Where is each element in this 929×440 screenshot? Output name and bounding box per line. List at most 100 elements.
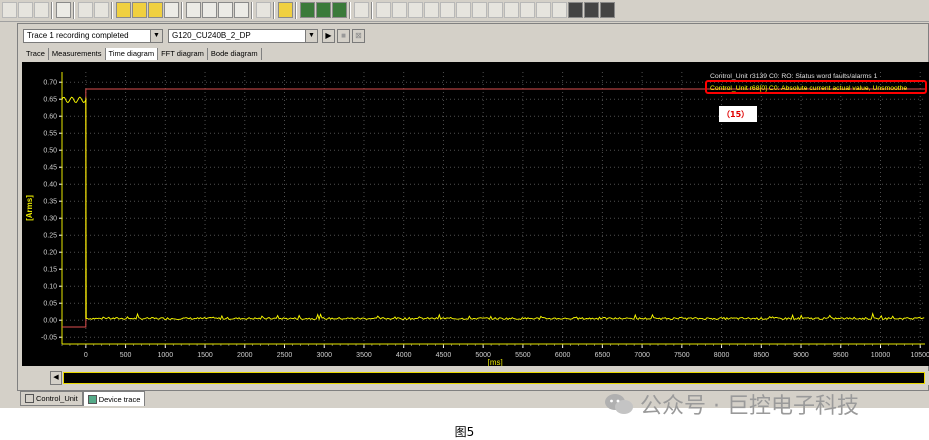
save-trace-button[interactable]: ⊠ bbox=[352, 29, 365, 43]
x-tick-label: 0 bbox=[84, 352, 88, 359]
y-tick-label: 0.15 bbox=[43, 267, 57, 274]
tab-device-trace[interactable]: Device trace bbox=[82, 391, 146, 406]
chart-c-icon[interactable] bbox=[332, 2, 347, 18]
x-tick-label: 5500 bbox=[515, 352, 531, 359]
circle2-icon[interactable] bbox=[600, 2, 615, 18]
square-icon[interactable] bbox=[568, 2, 583, 18]
scroll-track[interactable] bbox=[63, 372, 925, 384]
x-tick-label: 8500 bbox=[754, 352, 770, 359]
y-tick-label: 0.20 bbox=[43, 250, 57, 257]
axis-icon[interactable] bbox=[472, 2, 487, 18]
watermark: 公众号 · 巨控电子科技 bbox=[604, 388, 859, 420]
tab-time-diagram[interactable]: Time diagram bbox=[105, 48, 159, 60]
mark-icon[interactable] bbox=[440, 2, 455, 18]
y-tick-label: 0.45 bbox=[43, 165, 57, 172]
chevron-down-icon[interactable]: ▼ bbox=[305, 30, 317, 42]
upload-icon[interactable] bbox=[148, 2, 163, 18]
y-tick-label: 0.40 bbox=[43, 182, 57, 189]
scroll-left-icon[interactable]: ◀ bbox=[50, 371, 62, 385]
percent-icon[interactable] bbox=[164, 2, 179, 18]
zoom-icon[interactable] bbox=[376, 2, 391, 18]
toolbar-separator bbox=[251, 2, 253, 19]
y-tick-label: 0.10 bbox=[43, 284, 57, 291]
cursor-icon[interactable] bbox=[392, 2, 407, 18]
y-tick-label: 0.60 bbox=[43, 114, 57, 121]
x-tick-label: 4500 bbox=[436, 352, 452, 359]
time-scrollbar[interactable]: ◀ bbox=[50, 371, 929, 385]
tab-bode-diagram[interactable]: Bode diagram bbox=[208, 48, 262, 60]
x-tick-label: 7500 bbox=[674, 352, 690, 359]
time-diagram-chart[interactable]: 0.70 0.65 0.60 0.55 0.50 0.45 0.40 0.35 0.30 0.25… bbox=[22, 62, 929, 367]
save-icon[interactable] bbox=[218, 2, 233, 18]
compare-icon[interactable] bbox=[186, 2, 201, 18]
y-tick-label: 0.30 bbox=[43, 216, 57, 223]
toolbar-separator bbox=[73, 2, 75, 19]
toolbar-separator bbox=[111, 2, 113, 19]
x-tick-label: 6500 bbox=[595, 352, 611, 359]
tab-control-unit[interactable]: Control_Unit bbox=[20, 391, 83, 406]
chart-b-icon[interactable] bbox=[316, 2, 331, 18]
paste-icon[interactable] bbox=[34, 2, 49, 18]
grid-icon[interactable] bbox=[354, 2, 369, 18]
chart-a-icon[interactable] bbox=[300, 2, 315, 18]
toolbar-separator bbox=[349, 2, 351, 19]
tab-measurements[interactable]: Measurements bbox=[49, 48, 106, 60]
download-icon[interactable] bbox=[132, 2, 147, 18]
device-select-combo[interactable]: G120_CU240B_2_DP ▼ bbox=[168, 29, 318, 43]
step-icon[interactable] bbox=[456, 2, 471, 18]
x-tick-label: 2000 bbox=[237, 352, 253, 359]
y-axis-label: [Arms] bbox=[25, 195, 34, 221]
y-tick-label: -0.05 bbox=[41, 335, 57, 342]
figure-caption: 图5 bbox=[454, 425, 475, 439]
chevron-down-icon[interactable]: ▼ bbox=[150, 30, 162, 42]
x-tick-label: 2500 bbox=[277, 352, 293, 359]
trace-status-combo[interactable]: Trace 1 recording completed ▼ bbox=[23, 29, 163, 43]
tab-trace[interactable]: Trace bbox=[23, 48, 49, 60]
y-tick-label: 0.65 bbox=[43, 97, 57, 104]
cut-icon[interactable] bbox=[18, 2, 33, 18]
y-tick-label: 0.70 bbox=[43, 80, 57, 87]
tab-fft-diagram[interactable]: FFT diagram bbox=[158, 48, 208, 60]
watermark-text: 公众号 · 巨控电子科技 bbox=[640, 394, 859, 419]
x-tick-label: 3500 bbox=[356, 352, 372, 359]
trace-tabs: Trace Measurements Time diagram FFT diag… bbox=[23, 48, 262, 60]
main-toolbar bbox=[0, 0, 929, 22]
x2-icon[interactable] bbox=[94, 2, 109, 18]
y-tick-label: 0.25 bbox=[43, 233, 57, 240]
measure-icon[interactable] bbox=[408, 2, 423, 18]
x-tick-label: 3000 bbox=[316, 352, 332, 359]
x-icon[interactable] bbox=[78, 2, 93, 18]
trace-status-value: Trace 1 recording completed bbox=[27, 31, 129, 40]
device-trace-icon bbox=[87, 394, 97, 404]
start-trace-button[interactable]: ▶ bbox=[322, 29, 335, 43]
stop-trace-button[interactable]: ■ bbox=[337, 29, 350, 43]
bars-icon[interactable] bbox=[520, 2, 535, 18]
y-tick-label: 0.35 bbox=[43, 199, 57, 206]
circle-icon[interactable] bbox=[584, 2, 599, 18]
wave2-icon[interactable] bbox=[552, 2, 567, 18]
scale-icon[interactable] bbox=[424, 2, 439, 18]
tab-control-unit-label: Control_Unit bbox=[36, 394, 78, 403]
help-icon[interactable] bbox=[56, 2, 71, 18]
trace-icon[interactable] bbox=[116, 2, 131, 18]
x-tick-label: 1500 bbox=[197, 352, 213, 359]
x-tick-label: 10500 bbox=[910, 352, 929, 359]
copy-icon[interactable] bbox=[2, 2, 17, 18]
toolbar-separator bbox=[273, 2, 275, 19]
x-axis-label: [ms] bbox=[488, 358, 503, 366]
list-icon[interactable] bbox=[278, 2, 293, 18]
load-icon[interactable] bbox=[202, 2, 217, 18]
chart-d-icon[interactable] bbox=[504, 2, 519, 18]
drop-icon[interactable] bbox=[488, 2, 503, 18]
toolbar-separator bbox=[51, 2, 53, 19]
wave-icon[interactable] bbox=[536, 2, 551, 18]
legend-current-entry: Control_Unit r68[0] C0: Absolute current… bbox=[710, 85, 907, 92]
bottom-tabs: Control_Unit Device trace bbox=[20, 391, 146, 406]
annotation-label: （15） bbox=[722, 109, 749, 119]
x-tick-label: 10000 bbox=[871, 352, 891, 359]
go-online-icon[interactable] bbox=[234, 2, 249, 18]
print-icon[interactable] bbox=[256, 2, 271, 18]
tab-device-trace-label: Device trace bbox=[98, 394, 141, 404]
application-window: Trace 1 recording completed ▼ G120_CU240… bbox=[0, 0, 929, 408]
x-tick-label: 8000 bbox=[714, 352, 730, 359]
